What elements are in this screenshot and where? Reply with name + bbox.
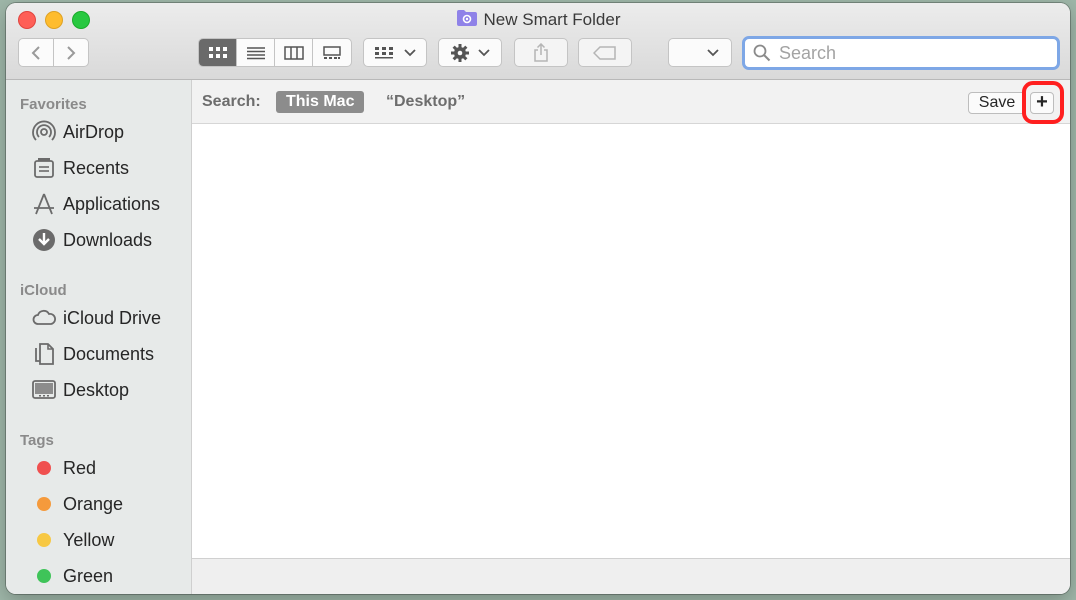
chevron-left-icon [31,45,40,60]
cloud-icon [31,305,57,331]
red-tag-dot-icon [37,461,51,475]
recents-icon [31,155,57,181]
share-button[interactable] [514,38,568,67]
sidebar-item-label: Applications [63,193,161,214]
sidebar-item-airdrop[interactable]: AirDrop [31,118,124,146]
tag-dot-container [31,455,57,481]
sidebar-item-label: Recents [63,157,130,178]
chevron-down-icon [478,48,490,56]
airdrop-icon [31,119,57,145]
sidebar-tag-green[interactable]: Green [31,562,113,590]
group-by-button[interactable] [363,38,427,67]
sidebar: Favorites AirDrop Recents Applications D… [6,80,192,594]
back-button[interactable] [18,38,54,67]
results-area[interactable] [192,124,1070,558]
sidebar-item-label: Yellow [63,529,115,550]
tag-dot-container [31,491,57,517]
sidebar-section-icloud: iCloud [20,282,67,299]
column-view-button[interactable] [275,39,313,66]
sidebar-item-label: Documents [63,343,155,364]
sidebar-item-downloads[interactable]: Downloads [31,226,152,254]
orange-tag-dot-icon [37,497,51,511]
tag-dot-container [31,527,57,553]
green-tag-dot-icon [37,569,51,583]
applications-icon [31,191,57,217]
sidebar-tag-orange[interactable]: Orange [31,490,123,518]
finder-window: New Smart Folder Search Favorites AirDro… [6,3,1070,594]
smart-folder-icon [456,9,478,32]
action-button[interactable] [438,38,502,67]
sidebar-section-tags: Tags [20,432,54,449]
toolbar-dropdown-button[interactable] [668,38,732,67]
sidebar-item-label: Orange [63,493,124,514]
gallery-icon [323,45,341,59]
yellow-tag-dot-icon [37,533,51,547]
sidebar-section-favorites: Favorites [20,96,87,113]
gear-icon [451,43,469,62]
list-view-button[interactable] [237,39,275,66]
sidebar-item-label: AirDrop [63,121,125,142]
window-title-text: New Smart Folder [483,10,621,29]
search-icon [753,44,771,62]
search-scope-label: Search: [202,93,261,110]
sidebar-item-icloud-drive[interactable]: iCloud Drive [31,304,161,332]
group-grid-icon [375,46,393,58]
sidebar-item-label: Downloads [63,229,153,250]
view-mode-control [198,38,352,67]
sidebar-tag-yellow[interactable]: Yellow [31,526,114,554]
sidebar-tag-red[interactable]: Red [31,454,96,482]
forward-button[interactable] [53,38,89,67]
search-scope-bar: Search: This Mac “Desktop” Save + [192,80,1070,124]
sidebar-item-desktop[interactable]: Desktop [31,376,129,404]
documents-icon [31,341,57,367]
list-icon [246,46,265,59]
window-title: New Smart Folder [6,9,1070,32]
scope-this-mac-button[interactable]: This Mac [276,91,365,113]
grid-icon [208,46,227,58]
chevron-down-icon [707,48,719,56]
toolbar: New Smart Folder [6,3,1070,80]
icon-view-button[interactable] [199,39,237,66]
search-input[interactable] [777,41,1041,65]
downloads-icon [31,227,57,253]
tag-icon [593,45,616,60]
tag-dot-container [31,563,57,589]
edit-tags-button[interactable] [578,38,632,67]
status-bar [192,558,1070,594]
columns-icon [283,45,304,60]
sidebar-item-label: Red [63,457,97,478]
sidebar-item-label: Desktop [63,379,130,400]
save-search-button[interactable]: Save [968,92,1026,114]
search-field[interactable] [742,36,1060,70]
highlight-annotation [1022,81,1064,124]
gallery-view-button[interactable] [313,39,351,66]
chevron-down-icon [404,48,416,56]
sidebar-item-label: Green [63,565,114,586]
share-icon [534,42,548,62]
sidebar-item-label: iCloud Drive [63,307,162,328]
sidebar-item-documents[interactable]: Documents [31,340,154,368]
desktop-icon [31,377,57,403]
sidebar-item-recents[interactable]: Recents [31,154,129,182]
scope-desktop-button[interactable]: “Desktop” [386,93,465,111]
chevron-right-icon [67,45,76,60]
sidebar-item-applications[interactable]: Applications [31,190,160,218]
